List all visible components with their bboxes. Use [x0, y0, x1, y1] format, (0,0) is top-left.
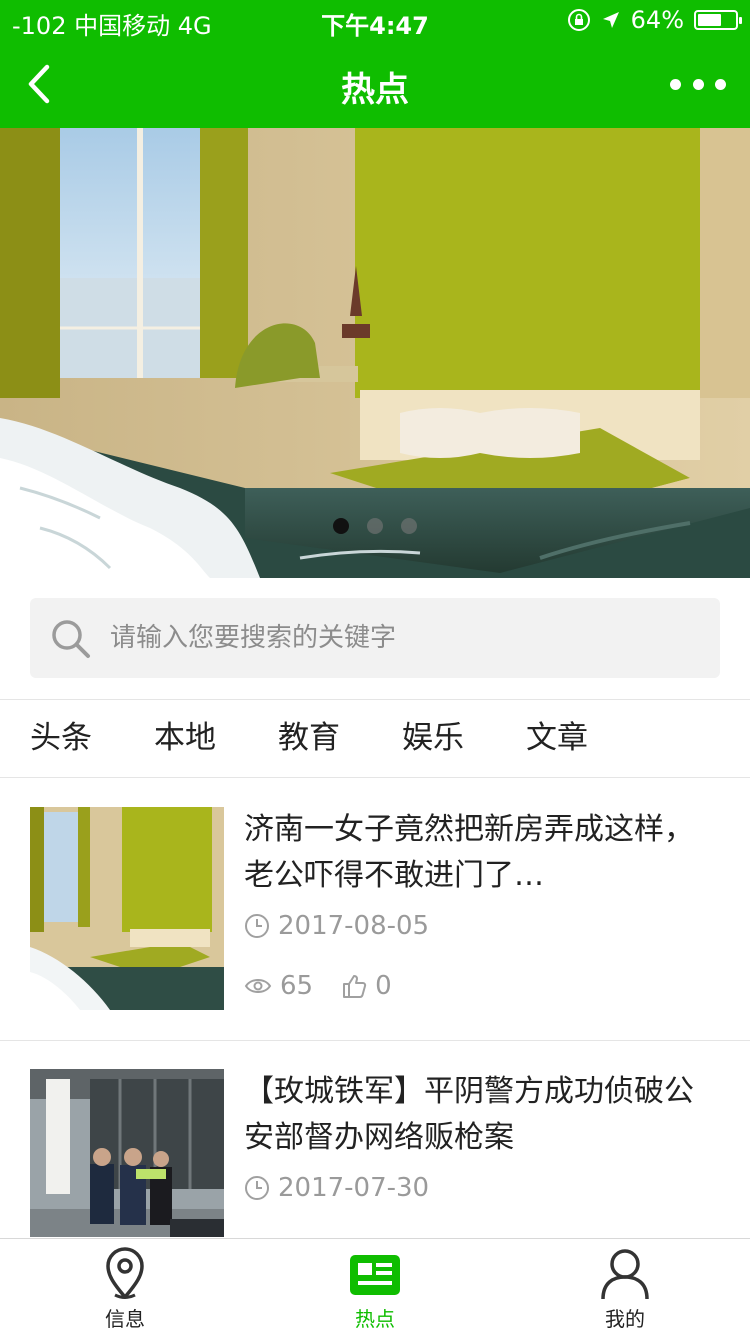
tabbar-label: 信息: [105, 1307, 145, 1331]
like-count: 0: [375, 971, 392, 1001]
more-dot: [670, 78, 681, 90]
tabbar-label: 热点: [355, 1307, 395, 1331]
carousel-dot[interactable]: [367, 518, 383, 534]
search-icon: [52, 620, 90, 658]
battery-fill: [698, 14, 721, 26]
page-title: 热点: [341, 70, 409, 110]
category-tabs: 头条 本地 教育 娱乐 文章: [0, 700, 750, 778]
clock-icon: [245, 1176, 269, 1200]
status-bar: -102 中国移动 4G 下午4:47 64%: [0, 0, 750, 40]
article-date-row: 2017-07-30: [244, 1173, 429, 1203]
status-right: 64%: [567, 6, 742, 34]
carousel-dot[interactable]: [401, 518, 417, 534]
more-dot: [692, 78, 704, 90]
tab-education[interactable]: 教育: [248, 700, 372, 778]
article-stats: 65 0: [244, 971, 392, 1001]
battery-percent: 64%: [630, 6, 684, 34]
carousel-dots: [0, 518, 750, 534]
location-arrow-icon: [602, 12, 619, 28]
rotation-lock-icon: [567, 9, 590, 31]
article-date-row: 2017-08-05: [244, 911, 429, 941]
more-button[interactable]: [670, 68, 726, 100]
banner-carousel[interactable]: [0, 128, 750, 578]
tabbar-item-hot[interactable]: 热点: [250, 1239, 500, 1334]
nav-bar: 热点: [0, 40, 750, 128]
banner-image: [0, 128, 750, 578]
search-box[interactable]: [30, 598, 720, 678]
article-thumbnail: [30, 807, 224, 1010]
article-date: 2017-07-30: [278, 1173, 430, 1203]
article-list: 济南一女子竟然把新房弄成这样，老公吓得不敢进门了… 2017-08-05 65 …: [0, 779, 750, 1237]
article-title: 【玫城铁军】平阴警方成功侦破公安部督办网络贩枪案: [244, 1074, 694, 1155]
carousel-dot[interactable]: [333, 518, 349, 534]
tab-articles[interactable]: 文章: [496, 700, 620, 778]
search-section: [0, 578, 750, 700]
list-item[interactable]: 【玫城铁军】平阴警方成功侦破公安部督办网络贩枪案 2017-07-30: [0, 1041, 750, 1237]
more-dot: [715, 78, 726, 90]
article-date: 2017-08-05: [278, 911, 430, 941]
clock-icon: [245, 914, 269, 938]
search-input[interactable]: [110, 614, 700, 662]
tabbar-item-info[interactable]: 信息: [0, 1239, 250, 1334]
thumbs-up-icon[interactable]: [341, 973, 367, 999]
eye-icon: [244, 979, 272, 993]
user-icon: [601, 1249, 649, 1300]
tab-local[interactable]: 本地: [124, 700, 248, 778]
view-count: 65: [280, 971, 314, 1001]
location-pin-icon: [106, 1247, 144, 1299]
bottom-tab-bar: 信息 热点 我的: [0, 1238, 750, 1334]
article-thumbnail-image: [30, 807, 224, 1010]
tabbar-item-mine[interactable]: 我的: [500, 1239, 750, 1334]
tabbar-label: 我的: [605, 1307, 645, 1331]
article-thumbnail-image: [30, 1069, 224, 1237]
article-title: 济南一女子竟然把新房弄成这样，老公吓得不敢进门了…: [244, 812, 694, 893]
tab-entertainment[interactable]: 娱乐: [372, 700, 496, 778]
tab-headlines[interactable]: 头条: [0, 700, 124, 778]
article-thumbnail: [30, 1069, 224, 1237]
battery-icon: [694, 10, 742, 30]
news-icon: [350, 1255, 400, 1295]
list-item[interactable]: 济南一女子竟然把新房弄成这样，老公吓得不敢进门了… 2017-08-05 65 …: [0, 779, 750, 1041]
